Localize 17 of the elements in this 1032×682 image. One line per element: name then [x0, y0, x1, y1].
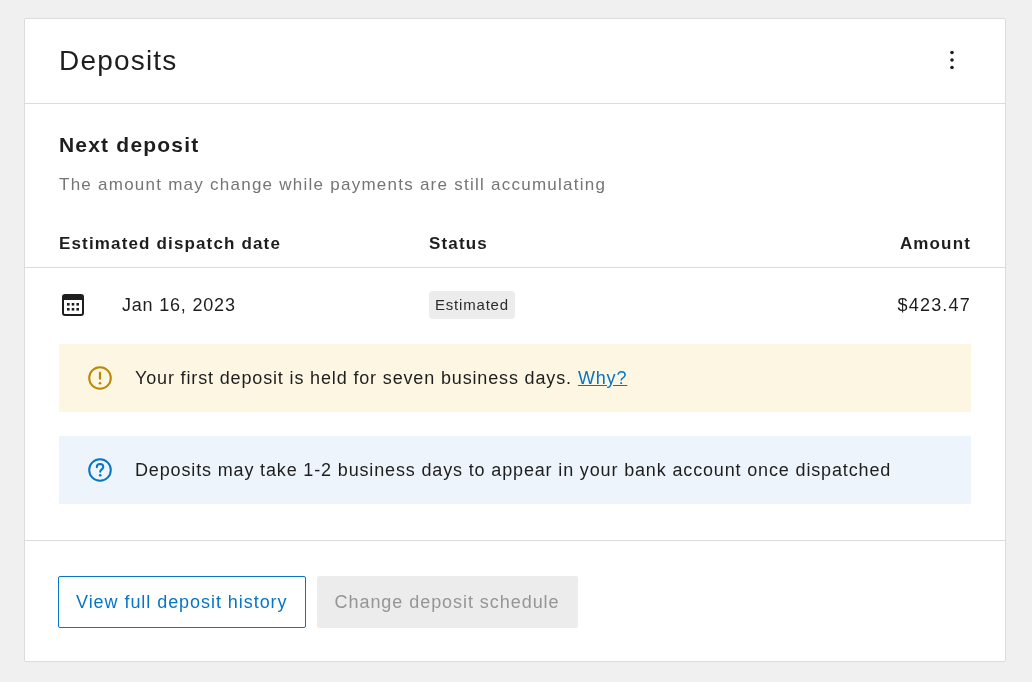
deposit-history-button[interactable]: View full deposit history	[58, 576, 306, 628]
deposit-amount: $423.47	[897, 294, 971, 317]
column-header: Status	[429, 233, 489, 255]
section-description: The amount may change while payments are still accumulating	[59, 174, 608, 196]
status-badge: Estimated	[429, 291, 515, 319]
help-icon	[88, 458, 112, 482]
column-header: Amount	[899, 233, 971, 255]
warning-icon	[88, 366, 112, 390]
card-title: Deposits	[59, 43, 178, 78]
dispatch-date: Jan 16, 2023	[122, 294, 236, 317]
why-link[interactable]: Why?	[577, 368, 628, 388]
column-header: Estimated dispatch date	[59, 233, 282, 255]
more-options-icon[interactable]	[949, 50, 955, 70]
section-heading: Next deposit	[59, 132, 201, 158]
notice-text: Deposits may take 1-2 business days to appear in your bank account once dispatched	[135, 459, 892, 482]
calendar-icon	[62, 294, 84, 316]
notice-text: Your first deposit is held for seven business days. Why?	[135, 367, 628, 390]
